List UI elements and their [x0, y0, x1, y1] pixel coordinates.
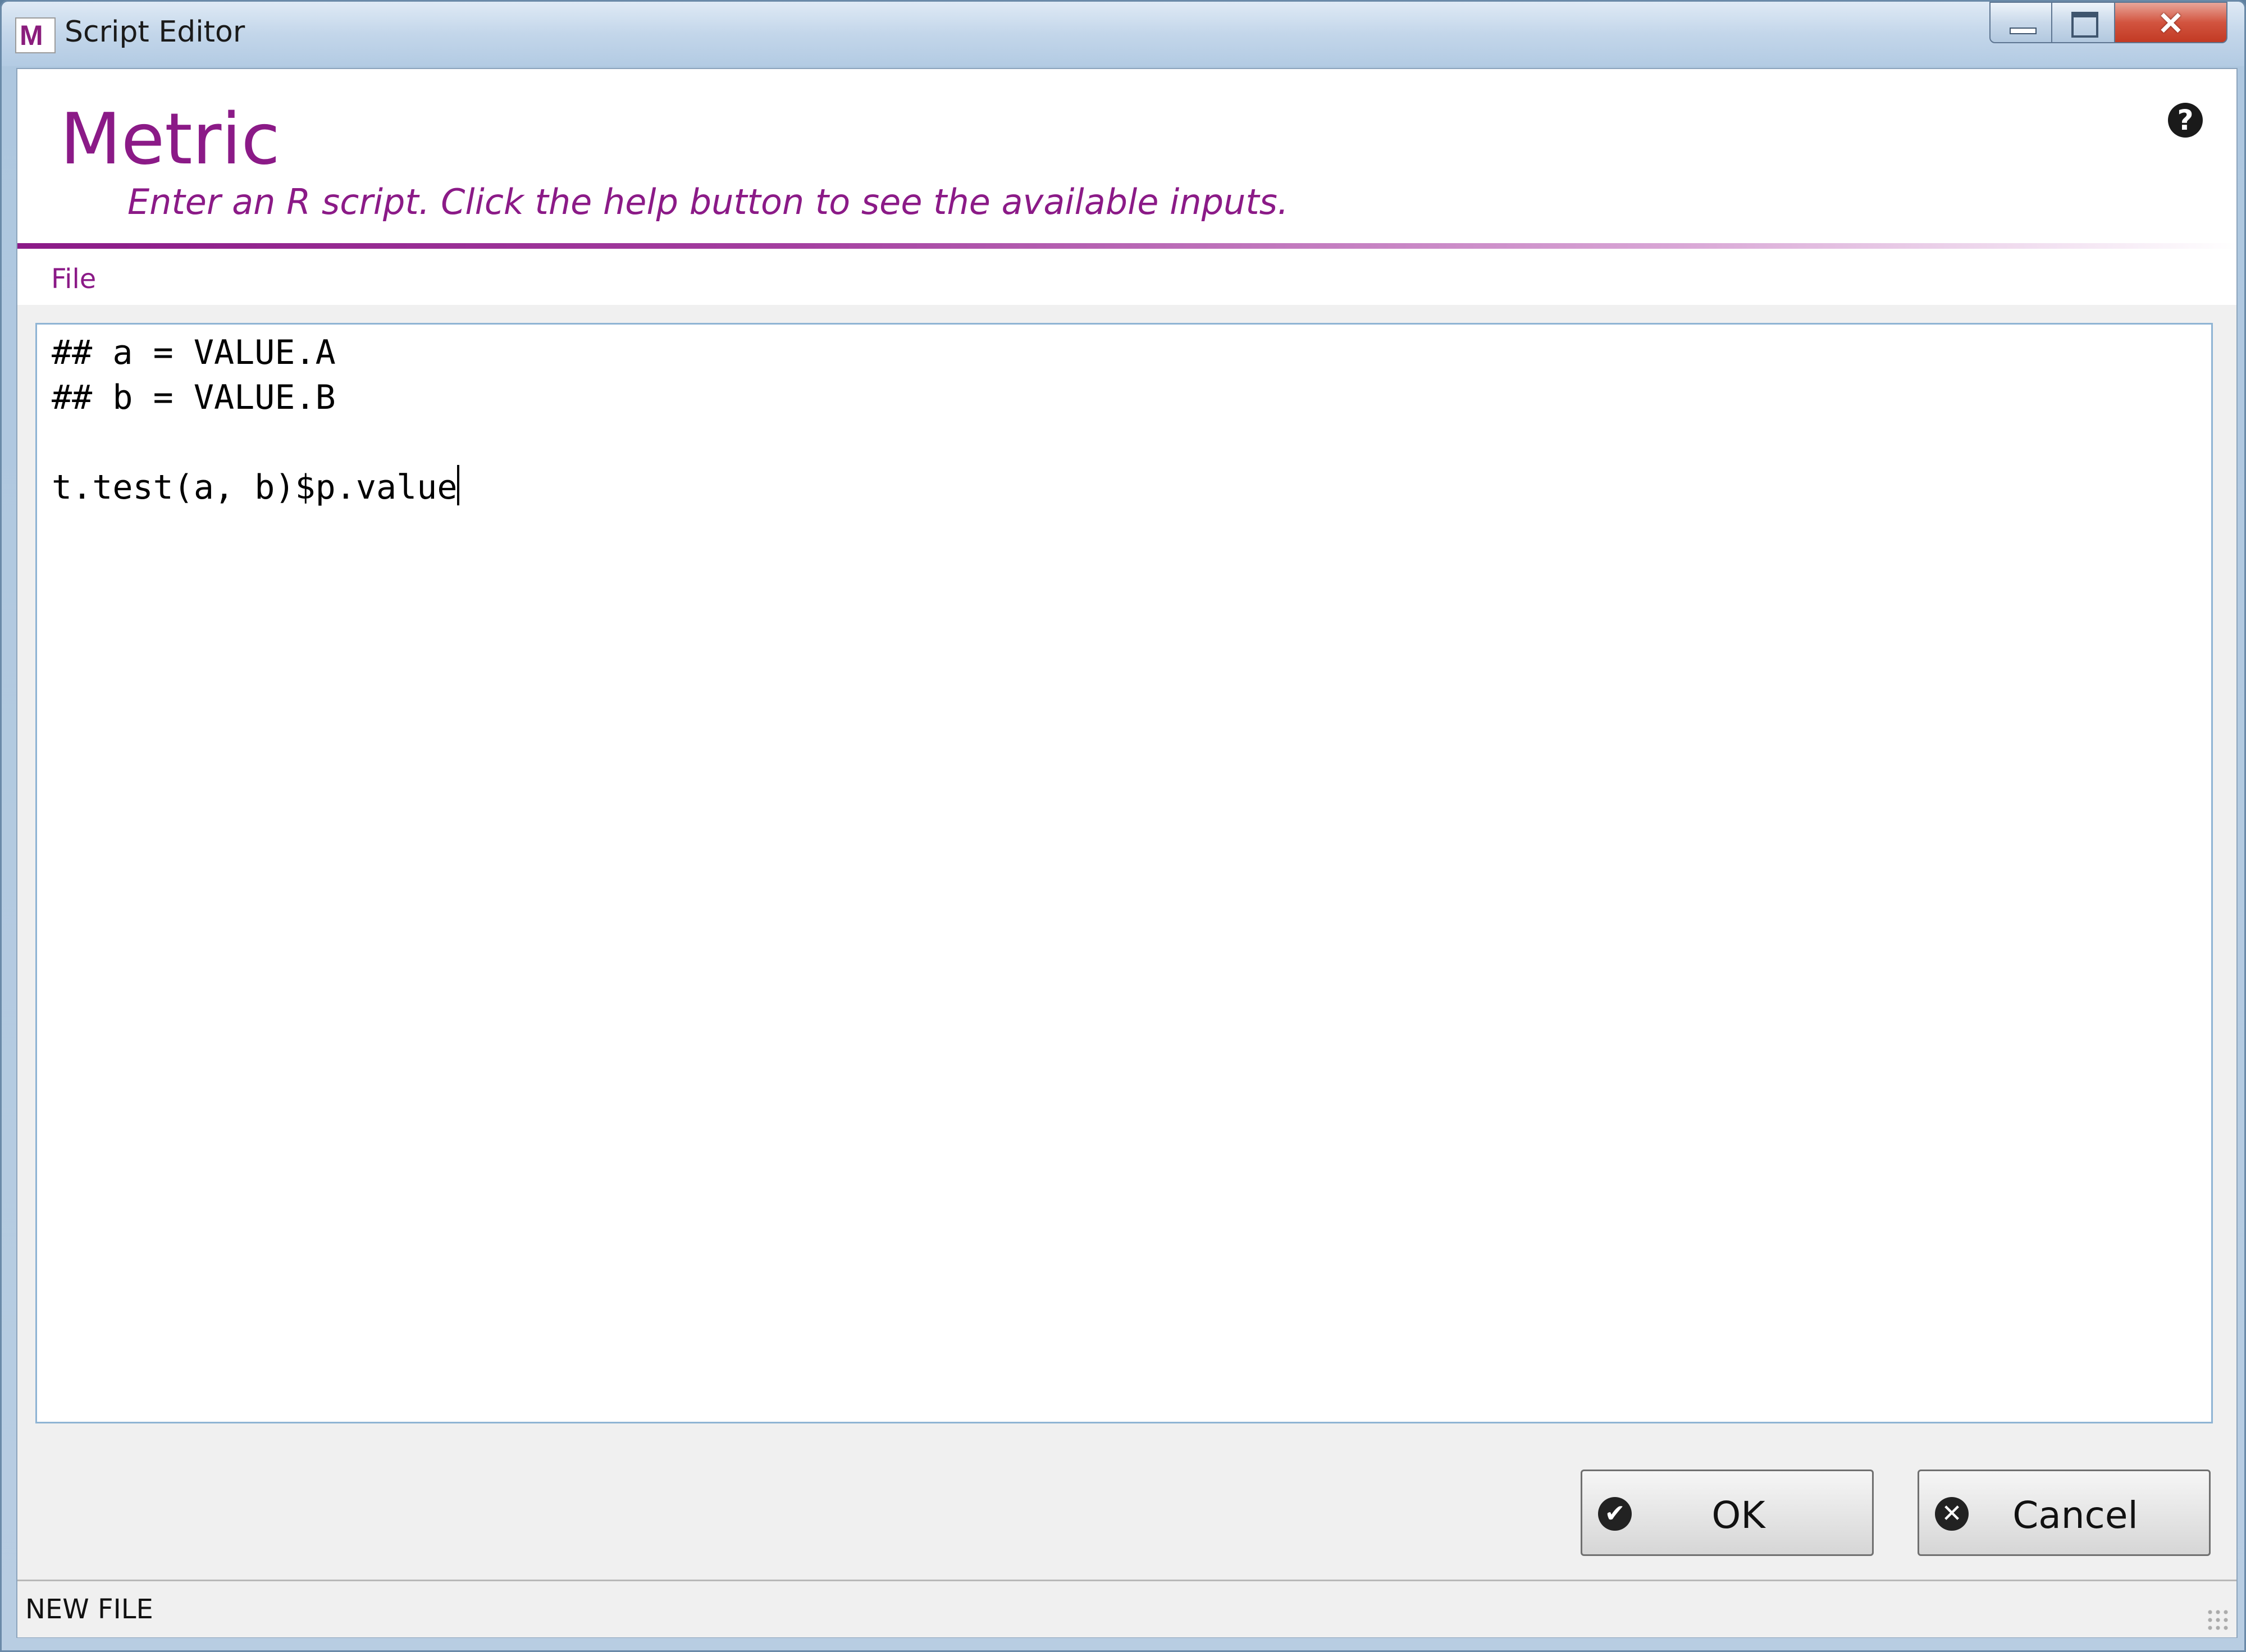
- page-title: Metric: [60, 98, 280, 180]
- text-caret: [457, 465, 460, 505]
- dialog-content: Metric Enter an R script. Click the help…: [16, 68, 2238, 1638]
- cancel-button-label: Cancel: [2012, 1494, 2138, 1537]
- ok-button[interactable]: ✔ OK: [1581, 1470, 1874, 1556]
- menu-item-file[interactable]: File: [51, 263, 96, 295]
- code-line-text: t.test(a, b)$p.value: [52, 468, 458, 507]
- app-logo-icon[interactable]: M: [15, 17, 56, 53]
- cancel-button[interactable]: ✕ Cancel: [1918, 1470, 2211, 1556]
- menu-bar: File: [17, 249, 2236, 305]
- minimize-button[interactable]: [1989, 2, 2052, 43]
- header-divider: [17, 243, 2236, 249]
- status-text: NEW FILE: [25, 1594, 153, 1625]
- script-editor-textarea[interactable]: ## a = VALUE.A ## b = VALUE.B t.test(a, …: [35, 323, 2213, 1423]
- resize-grip-icon[interactable]: [2206, 1608, 2231, 1633]
- ok-button-label: OK: [1711, 1494, 1765, 1537]
- window-controls: ✕: [1989, 2, 2227, 44]
- script-editor-window: M Script Editor ✕ Metric Enter an R scri…: [0, 0, 2246, 1652]
- dialog-header: Metric Enter an R script. Click the help…: [17, 69, 2236, 243]
- app-logo-letter: M: [20, 20, 43, 51]
- close-button[interactable]: ✕: [2115, 2, 2227, 43]
- help-icon[interactable]: ?: [2168, 103, 2203, 138]
- close-icon: ✕: [2157, 6, 2184, 41]
- code-line: ## b = VALUE.B: [52, 378, 336, 417]
- maximize-icon: [2071, 12, 2098, 38]
- title-bar[interactable]: M Script Editor ✕: [2, 2, 2244, 66]
- status-bar: NEW FILE: [17, 1580, 2236, 1637]
- page-subtitle: Enter an R script. Click the help button…: [127, 181, 1289, 222]
- maximize-button[interactable]: [2052, 2, 2115, 43]
- code-line-current: t.test(a, b)$p.value: [52, 465, 2197, 510]
- code-line: ## a = VALUE.A: [52, 333, 336, 372]
- window-title: Script Editor: [65, 15, 245, 49]
- minimize-icon: [2010, 28, 2037, 34]
